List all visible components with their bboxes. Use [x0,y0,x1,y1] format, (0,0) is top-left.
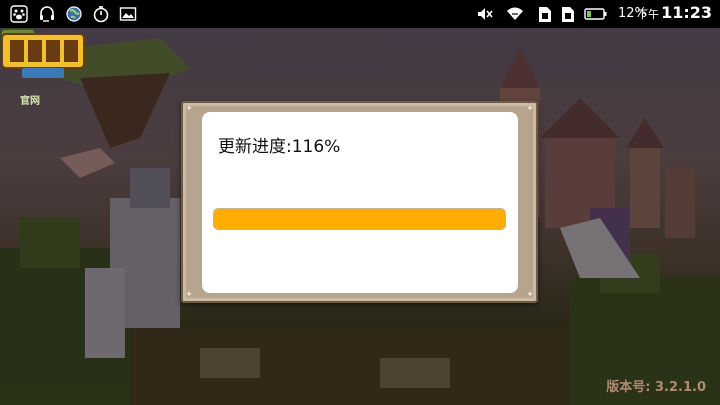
update-progress-fill [214,209,505,229]
sim-card-icon [539,7,551,22]
stopwatch-icon [93,6,109,23]
update-dialog: 更新进度:116% [202,112,518,293]
paw-icon [10,5,28,23]
battery-icon [584,8,607,20]
corner-ornament: ✦ [526,104,534,114]
mute-icon [478,8,493,20]
corner-ornament: ✦ [185,104,193,114]
sim-card-icon [562,7,574,22]
update-progress-bar [213,208,506,230]
globe-icon [66,6,82,22]
time-text: 11:23 [661,3,712,22]
corner-ornament: ✦ [185,290,193,300]
time-period: 下午 [637,8,660,21]
version-number: 版本号: 3.2.1.0 [606,380,706,395]
game-logo [1,33,85,78]
corner-ornament: ✦ [526,290,534,300]
headset-icon [40,6,54,22]
image-icon [119,7,137,21]
official-site-label: 官网 [20,96,40,107]
wifi-icon [507,7,523,20]
clock: 下午 11:23 [637,3,712,22]
update-progress-label: 更新进度:116% [218,137,341,157]
status-bar: 12% 下午 11:23 [0,0,720,28]
